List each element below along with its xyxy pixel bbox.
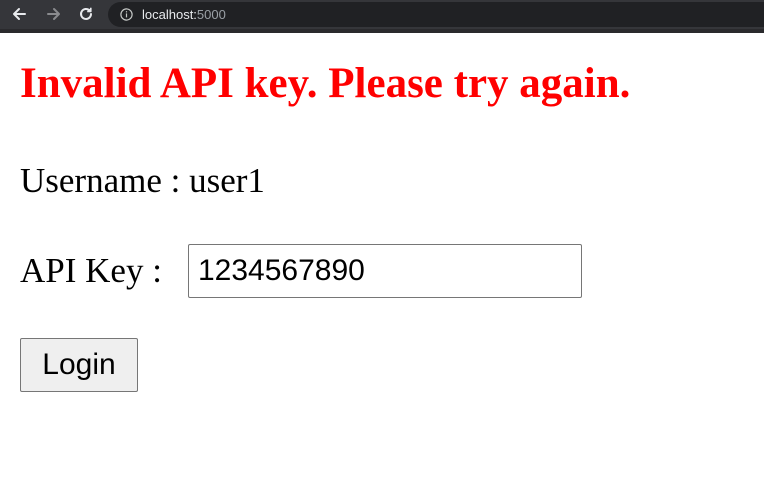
address-bar[interactable]: localhost:5000 (108, 2, 764, 27)
forward-button[interactable] (44, 4, 64, 24)
api-key-input[interactable] (188, 244, 582, 298)
url-text: localhost:5000 (142, 6, 226, 23)
arrow-left-icon (11, 6, 27, 22)
browser-toolbar: localhost:5000 (0, 0, 764, 33)
url-host: localhost: (142, 7, 197, 22)
reload-icon (78, 6, 94, 22)
login-button[interactable]: Login (20, 338, 138, 392)
api-key-label: API Key : (20, 251, 162, 290)
error-message: Invalid API key. Please try again. (20, 60, 631, 107)
username-label: Username : (20, 161, 190, 200)
reload-button[interactable] (76, 4, 96, 24)
info-icon[interactable] (120, 8, 133, 21)
username-value: user1 (189, 161, 265, 200)
page-content: Invalid API key. Please try again. Usern… (0, 33, 764, 495)
back-button[interactable] (9, 4, 29, 24)
url-port: 5000 (196, 7, 226, 22)
arrow-right-icon (46, 6, 62, 22)
username-row: Username : user1 (20, 161, 265, 201)
